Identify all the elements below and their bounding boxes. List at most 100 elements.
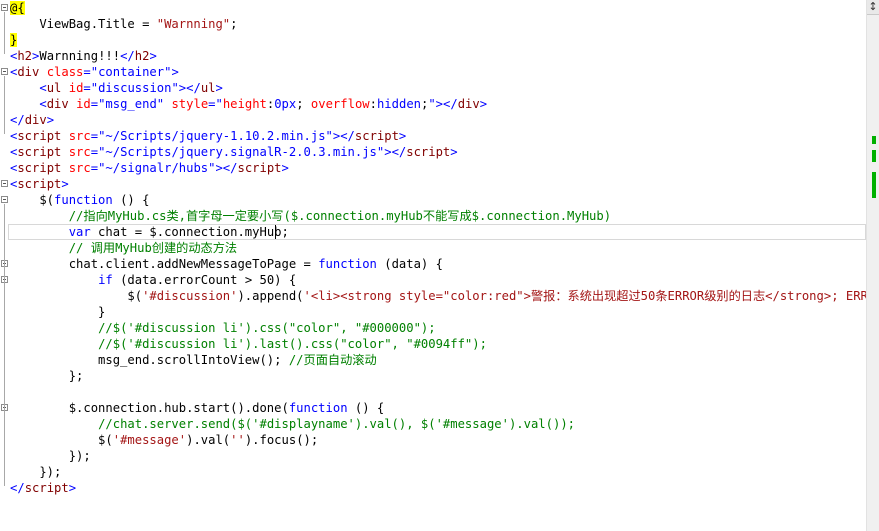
outline-guide [4,76,5,134]
code-line[interactable]: //chat.server.send($('#displayname').val… [10,416,575,432]
code-token: id [68,81,84,95]
code-token: script [406,145,451,159]
code-line[interactable]: //$('#discussion li').css("color", "#000… [10,320,436,336]
code-line[interactable]: //指向MyHub.cs类,首字母一定要小写($.connection.myHu… [10,208,611,224]
code-line[interactable]: </div> [10,112,54,128]
fold-toggle-icon[interactable] [1,68,8,75]
code-token: </ [120,49,135,63]
code-line[interactable]: <script src="~/Scripts/jquery-1.10.2.min… [10,128,406,144]
code-editor[interactable]: @{ ViewBag.Title = "Warnning";} <h2>Warnn… [0,0,866,531]
code-token: script [24,481,69,495]
code-line[interactable]: $(function () { [10,192,149,208]
code-token: () { [347,401,385,415]
code-token: '#discussion' [142,289,238,303]
code-token: ).val( [186,433,231,447]
code-token: ="container"> [83,65,179,79]
code-token: ; [296,97,311,111]
code-token: ="discussion"></ [83,81,201,95]
code-token: src [68,129,91,143]
code-token: $( [10,433,113,447]
vertical-scrollbar[interactable]: ↕ [866,0,879,531]
code-token: script [17,145,62,159]
code-token: '<li><strong style="color:red">警报：系统出现超过… [303,289,866,303]
code-line[interactable]: $.connection.hub.start().done(function (… [10,400,385,416]
code-token: > [281,161,289,175]
code-line[interactable]: chat.client.addNewMessageToPage = functi… [10,256,443,272]
code-line[interactable]: <script src="~/signalr/hubs"></script> [10,160,289,176]
code-line[interactable]: <ul id="discussion"></ul> [10,80,223,96]
fold-toggle-icon[interactable] [1,4,8,11]
code-token: : [369,97,377,111]
code-line[interactable]: <div id="msg_end" style="height:0px; ove… [10,96,487,112]
outline-guide [4,12,5,54]
code-token: "></ [428,97,458,111]
code-line[interactable]: //$('#discussion li').last().css("color"… [10,336,487,352]
code-token: style [171,97,209,111]
code-token: } [10,33,18,47]
code-token: script [17,177,62,191]
code-token: ).focus(); [244,433,319,447]
code-token: script [354,129,399,143]
code-token: </ [10,113,25,127]
code-token: }); [10,449,91,463]
code-token: > [149,49,157,63]
code-line[interactable]: ViewBag.Title = "Warnning"; [10,16,237,32]
code-line[interactable]: $('#message').val('').focus(); [10,432,318,448]
code-line[interactable]: }); [10,448,91,464]
code-token: @{ [10,1,25,15]
code-token: '' [230,433,245,447]
code-line[interactable]: <div class="container"> [10,64,179,80]
code-token: //chat.server.send($('#displayname').val… [98,417,575,431]
code-line[interactable]: } [10,304,105,320]
code-token: > [215,81,223,95]
code-line[interactable]: </script> [10,480,76,496]
code-token: Warnning!!! [39,49,121,63]
code-token: src [68,145,91,159]
code-token: var [68,225,91,239]
code-token: > [46,113,55,127]
code-token: script [17,129,62,143]
code-line[interactable]: if (data.errorCount > 50) { [10,272,296,288]
fold-toggle-icon[interactable] [1,196,8,203]
code-token: > [68,481,77,495]
code-line[interactable]: <script src="~/Scripts/jquery.signalR-2.… [10,144,458,160]
fold-toggle-icon[interactable] [1,180,8,187]
code-line[interactable]: $('#discussion').append('<li><strong sty… [10,288,866,304]
code-token: $( [10,193,55,207]
code-line[interactable]: @{ [10,0,25,16]
code-line[interactable]: }); [10,464,61,480]
code-token: ul [200,81,216,95]
code-token: src [68,161,91,175]
code-token: > [479,97,488,111]
code-line[interactable]: msg_end.scrollIntoView(); //页面自动滚动 [10,352,377,368]
code-token: script [237,161,282,175]
code-token: function [288,401,348,415]
code-token: chat.client.addNewMessageToPage = [10,257,319,271]
code-token: class [46,65,84,79]
code-token: '#message' [112,433,187,447]
code-token: if [98,273,113,287]
code-token: ="~/Scripts/jquery-1.10.2.min.js"></ [90,129,355,143]
code-line[interactable]: var chat = $.connection.myHub; [10,224,289,240]
code-token: > [398,129,407,143]
code-token: //$('#discussion li').last().css("color"… [98,337,487,351]
code-line[interactable]: } [10,32,18,48]
outline-gutter [0,0,10,531]
text-caret [275,225,276,239]
split-window-button[interactable]: ↕ [867,0,879,15]
code-token: div [24,113,47,127]
code-token: () { [112,193,150,207]
change-marker [872,172,876,198]
code-token: chat = $.connection.myHub; [90,225,289,239]
code-line[interactable]: <h2>Warnning!!!</h2> [10,48,157,64]
code-line[interactable]: }; [10,368,84,384]
code-token: script [17,161,62,175]
code-token: overflow [310,97,370,111]
code-line[interactable]: // 调用MyHub创建的动态方法 [10,240,237,256]
code-line[interactable]: <script> [10,176,69,192]
